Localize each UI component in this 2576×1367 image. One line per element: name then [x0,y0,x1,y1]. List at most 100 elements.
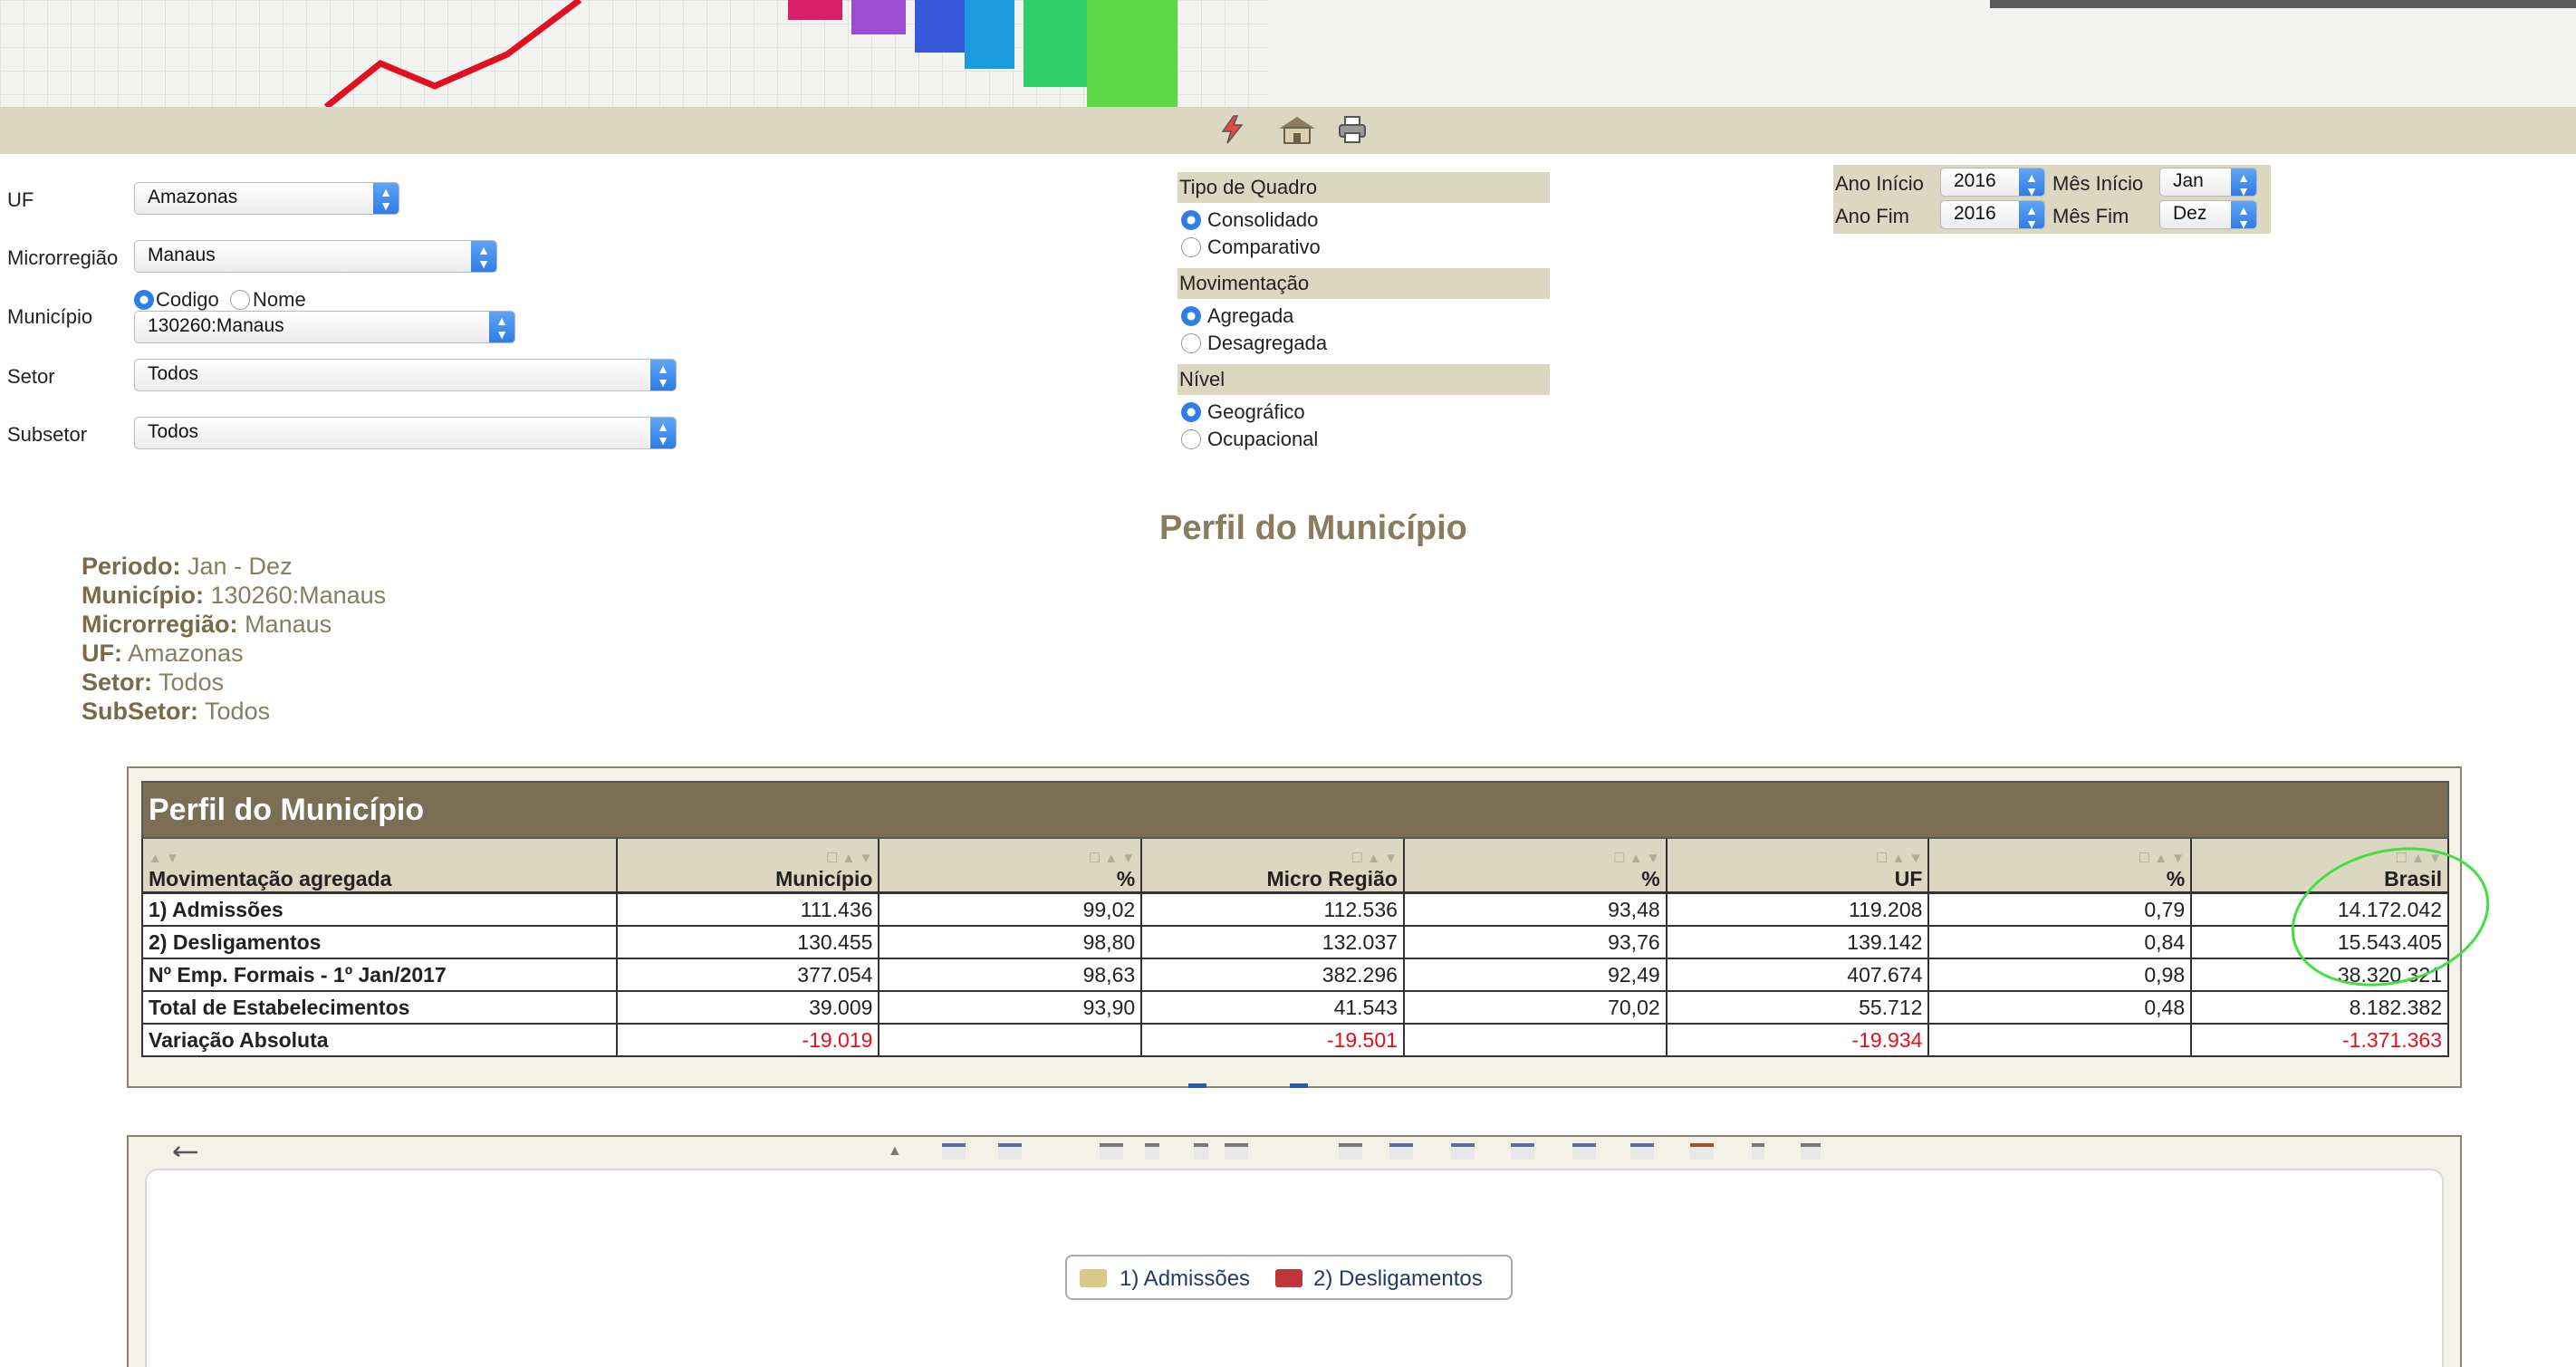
select-arrows-icon: ▲ ▼ [2231,201,2256,231]
select-arrows-icon: ▲ ▼ [650,418,676,448]
column-header[interactable]: ☐ ▲ ▼% [878,837,1143,894]
chart-tool-icon[interactable] [1572,1143,1596,1160]
municipio-select-value: 130260:Manaus [148,315,284,336]
select-arrows-icon: ▲ ▼ [373,183,399,214]
column-header[interactable]: ☐ ▲ ▼% [1402,837,1668,894]
page-title: Perfil do Município [1159,509,1467,547]
radio-codigo[interactable] [134,290,154,310]
chart-tool-icon[interactable] [1752,1143,1764,1160]
microrregiao-select-value: Manaus [148,245,216,265]
column-header[interactable]: ▲ ▼ Movimentação agregada [141,837,618,894]
home-icon[interactable] [1275,114,1319,145]
column-header[interactable]: ☐ ▲ ▼ Município [615,837,880,894]
sort-controls-icon[interactable]: ☐ ▲ ▼ [1673,851,1922,867]
mes-inicio-select[interactable]: Jan ▲ ▼ [2159,168,2257,198]
chart-tool-icon[interactable] [1451,1143,1475,1160]
radio-comparativo[interactable] [1181,237,1201,257]
banner-chart-graphic [323,0,1177,107]
ano-inicio-select[interactable]: 2016 ▲ ▼ [1940,168,2045,198]
info-micro-label: Microrregião: [82,611,238,638]
subsetor-label: Subsetor [7,423,88,446]
sort-controls-icon[interactable]: ☐ ▲ ▼ [1148,851,1397,867]
row-label: Total de Estabelecimentos [141,990,618,1025]
top-toolbar [0,107,2576,154]
radio-nome-label: Nome [253,288,306,311]
table-cell: 98,63 [878,958,1143,992]
setor-select-value: Todos [148,363,199,384]
table-cell: 0,98 [1927,958,2193,992]
chart-tool-icon[interactable] [1145,1143,1159,1160]
sort-controls-icon[interactable]: ☐ ▲ ▼ [1935,851,2185,867]
movimentacao-header: Movimentação [1177,268,1550,299]
legend-label-admissoes[interactable]: 1) Admissões [1120,1266,1250,1292]
table-cell: 39.009 [615,990,880,1025]
sort-controls-icon[interactable]: ☐ ▲ ▼ [1410,851,1659,867]
chart-tool-icon[interactable] [1389,1143,1413,1160]
table-title: Perfil do Município [141,781,2449,839]
collapse-icon[interactable]: ▲ [888,1143,902,1160]
table-cell: -19.501 [1140,1023,1405,1057]
setor-label: Setor [7,365,55,388]
sort-controls-icon[interactable]: ☐ ▲ ▼ [623,851,872,867]
table-cell: 55.712 [1665,990,1930,1025]
select-arrows-icon: ▲ ▼ [471,241,496,272]
microrregiao-select[interactable]: Manaus ▲ ▼ [134,240,497,273]
info-municipio: Município: 130260:Manaus [82,582,386,610]
table-cell: 0,84 [1927,925,2193,959]
info-setor-value: Todos [159,669,225,696]
nivel-header: Nível [1177,364,1550,395]
column-header[interactable]: ☐ ▲ ▼% [1927,837,2193,894]
radio-agregada[interactable] [1181,306,1201,326]
chart-tool-icon[interactable] [1100,1143,1123,1160]
radio-geografico[interactable] [1181,402,1201,422]
table-cell: -19.019 [615,1023,880,1057]
select-arrows-icon: ▲ ▼ [650,360,676,390]
municipio-select[interactable]: 130260:Manaus ▲ ▼ [134,311,515,343]
chart-tool-icon[interactable] [1690,1143,1714,1160]
chart-tool-icon[interactable] [1225,1143,1248,1160]
table-cell: 407.674 [1665,958,1930,992]
subsetor-select[interactable]: Todos ▲ ▼ [134,417,677,449]
table-cell: 139.142 [1665,925,1930,959]
table-cell: -19.934 [1665,1023,1930,1057]
table-cell: 377.054 [615,958,880,992]
mes-inicio-value: Jan [2173,170,2204,191]
table-cell: 382.296 [1140,958,1405,992]
table-row: Variação Absoluta -19.019 -19.501 -19.93… [141,1023,2449,1057]
sort-arrows-icon[interactable]: ▲ ▼ [149,851,610,867]
info-subsetor: SubSetor: Todos [82,698,270,726]
lightning-icon[interactable] [1217,114,1248,145]
table-cell: 0,79 [1927,891,2193,927]
chart-tool-icon[interactable] [1630,1143,1654,1160]
chart-tool-icon[interactable] [1339,1143,1362,1160]
back-arrow-icon[interactable] [170,1141,203,1160]
table-row: 1) Admissões 111.436 99,02 112.536 93,48… [141,891,2449,927]
radio-geografico-label: Geográfico [1207,400,1305,423]
radio-desagregada[interactable] [1181,333,1201,353]
info-municipio-value: 130260:Manaus [210,582,387,609]
radio-desagregada-label: Desagregada [1207,332,1328,354]
print-icon[interactable] [1337,114,1368,145]
table-cell: 8.182.382 [2190,990,2449,1025]
radio-ocupacional[interactable] [1181,429,1201,449]
legend-label-desligamentos[interactable]: 2) Desligamentos [1313,1266,1483,1292]
column-header[interactable]: ☐ ▲ ▼ Micro Região [1140,837,1405,894]
setor-select[interactable]: Todos ▲ ▼ [134,359,677,391]
radio-nome[interactable] [230,290,250,310]
select-arrows-icon: ▲ ▼ [2019,201,2044,231]
column-header[interactable]: ☐ ▲ ▼ UF [1665,837,1930,894]
column-header-label: Movimentação agregada [149,867,392,890]
chart-tool-icon[interactable] [998,1143,1022,1160]
uf-select[interactable]: Amazonas ▲ ▼ [134,182,399,215]
chart-tool-icon[interactable] [942,1143,966,1160]
mes-fim-select[interactable]: Dez ▲ ▼ [2159,200,2257,231]
radio-consolidado[interactable] [1181,210,1201,230]
info-periodo-value: Jan - Dez [187,553,293,580]
chart-tool-icon[interactable] [1194,1143,1208,1160]
info-municipio-label: Município: [82,582,204,609]
chart-tool-icon[interactable] [1511,1143,1534,1160]
sort-controls-icon[interactable]: ☐ ▲ ▼ [885,851,1135,867]
chart-tool-icon[interactable] [1801,1143,1821,1160]
radio-ocupacional-label: Ocupacional [1207,428,1319,450]
ano-fim-select[interactable]: 2016 ▲ ▼ [1940,200,2045,231]
